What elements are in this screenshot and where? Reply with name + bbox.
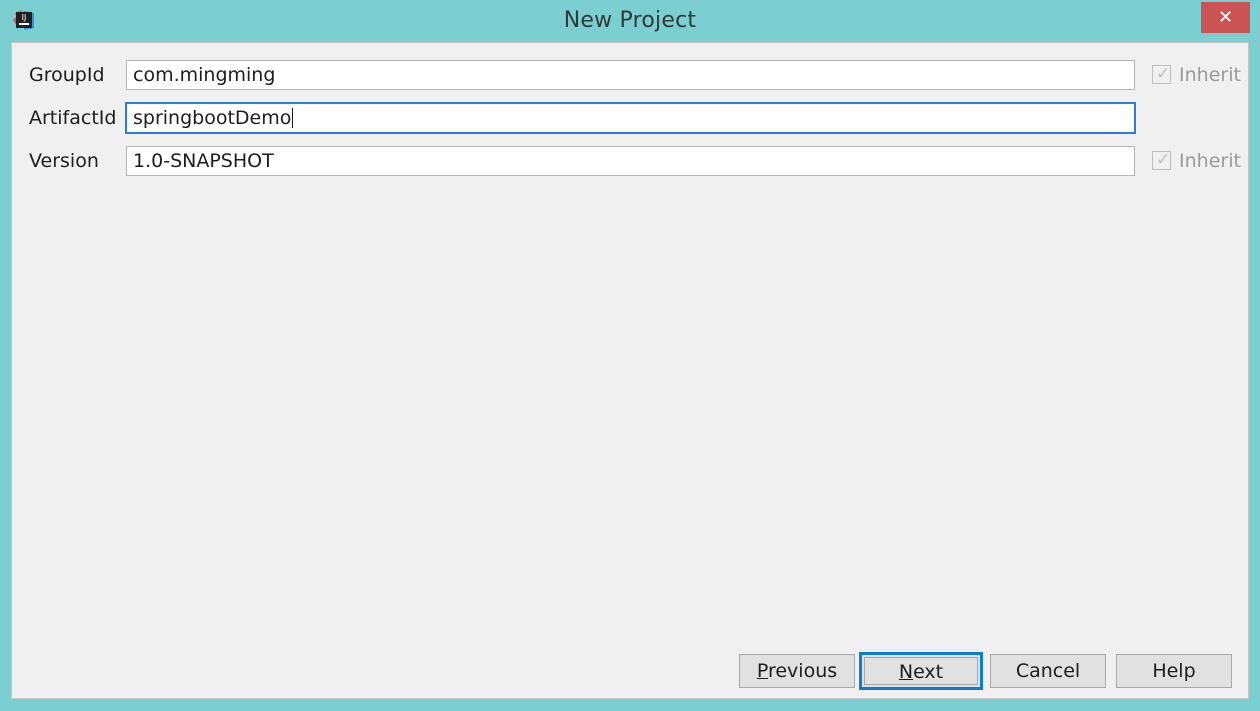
new-project-dialog-window: IJ New Project ✕ GroupId com.mingming ✓ … bbox=[0, 0, 1260, 711]
version-label: Version bbox=[29, 150, 99, 172]
groupid-inherit-checkbox[interactable]: ✓ bbox=[1152, 64, 1171, 84]
artifactid-input[interactable]: springbootDemo bbox=[125, 102, 1136, 134]
dialog-content-panel: GroupId com.mingming ✓ Inherit ArtifactI… bbox=[11, 42, 1249, 699]
previous-button-mnemonic: P bbox=[756, 660, 768, 682]
form-row-version: Version 1.0-SNAPSHOT ✓ Inherit bbox=[12, 146, 1250, 176]
artifactid-input-value: springbootDemo bbox=[133, 107, 292, 129]
previous-button[interactable]: Previous bbox=[739, 654, 855, 688]
version-inherit-checkbox[interactable]: ✓ bbox=[1152, 150, 1171, 170]
close-button[interactable]: ✕ bbox=[1201, 2, 1250, 33]
help-button[interactable]: Help bbox=[1116, 654, 1232, 688]
version-inherit-label: Inherit bbox=[1179, 150, 1241, 172]
form-row-groupid: GroupId com.mingming ✓ Inherit bbox=[12, 60, 1250, 90]
titlebar: IJ New Project ✕ bbox=[0, 0, 1260, 41]
page-title: New Project bbox=[563, 8, 697, 33]
form-row-artifactid: ArtifactId springbootDemo bbox=[12, 102, 1250, 134]
check-icon: ✓ bbox=[1156, 150, 1171, 170]
groupid-inherit-label: Inherit bbox=[1179, 64, 1241, 86]
close-icon: ✕ bbox=[1217, 7, 1234, 28]
next-button-mnemonic: N bbox=[898, 661, 914, 683]
dialog-button-bar: Previous Next Cancel Help bbox=[12, 652, 1250, 700]
text-caret bbox=[292, 108, 294, 128]
next-button[interactable]: Next bbox=[859, 652, 983, 690]
previous-button-label: revious bbox=[767, 660, 838, 682]
next-button-label: ext bbox=[913, 661, 944, 683]
artifactid-label: ArtifactId bbox=[29, 107, 117, 129]
check-icon: ✓ bbox=[1156, 64, 1171, 84]
next-button-inner: Next bbox=[864, 657, 978, 685]
groupid-label: GroupId bbox=[29, 64, 105, 86]
groupid-input[interactable]: com.mingming bbox=[126, 60, 1135, 90]
version-input[interactable]: 1.0-SNAPSHOT bbox=[126, 146, 1135, 176]
cancel-button[interactable]: Cancel bbox=[990, 654, 1106, 688]
